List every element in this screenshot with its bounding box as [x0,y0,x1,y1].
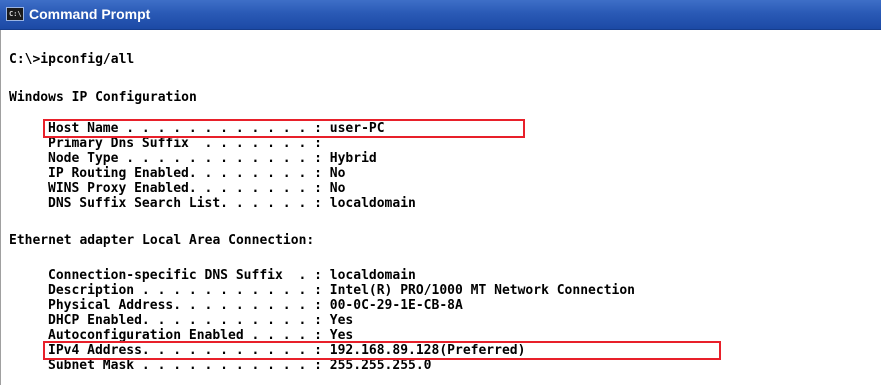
output-line-dhcp-enabled: DHCP Enabled. . . . . . . . . . . : Yes [48,313,354,328]
command-line: C:\>ipconfig/all [9,52,135,67]
output-line-host-name: Host Name . . . . . . . . . . . . : user… [48,121,385,136]
cmd-icon: C:\ [6,7,24,21]
adapter-header: Ethernet adapter Local Area Connection: [9,233,315,248]
title-bar[interactable]: C:\ Command Prompt [0,0,881,30]
output-line-connection-dns-suffix: Connection-specific DNS Suffix . : local… [48,268,416,283]
output-line-wins-proxy: WINS Proxy Enabled. . . . . . . . : No [48,181,346,196]
output-line-ipv4-address: IPv4 Address. . . . . . . . . . . : 192.… [48,343,526,358]
output-line-subnet-mask: Subnet Mask . . . . . . . . . . . : 255.… [48,358,432,373]
output-line-dns-suffix-search: DNS Suffix Search List. . . . . . : loca… [48,196,416,211]
ip-config-header: Windows IP Configuration [9,90,197,105]
output-line-ip-routing: IP Routing Enabled. . . . . . . . : No [48,166,346,181]
output-line-physical-address: Physical Address. . . . . . . . . : 00-0… [48,298,463,313]
output-line-description: Description . . . . . . . . . . . : Inte… [48,283,635,298]
console-output[interactable]: C:\>ipconfig/all Windows IP Configuratio… [0,30,881,385]
output-line-node-type: Node Type . . . . . . . . . . . . : Hybr… [48,151,377,166]
command-prompt-window: C:\ Command Prompt C:\>ipconfig/all Wind… [0,0,881,385]
output-line-primary-dns-suffix: Primary Dns Suffix . . . . . . . : [48,136,322,151]
output-line-autoconfiguration: Autoconfiguration Enabled . . . . : Yes [48,328,354,343]
window-title: Command Prompt [29,6,151,22]
